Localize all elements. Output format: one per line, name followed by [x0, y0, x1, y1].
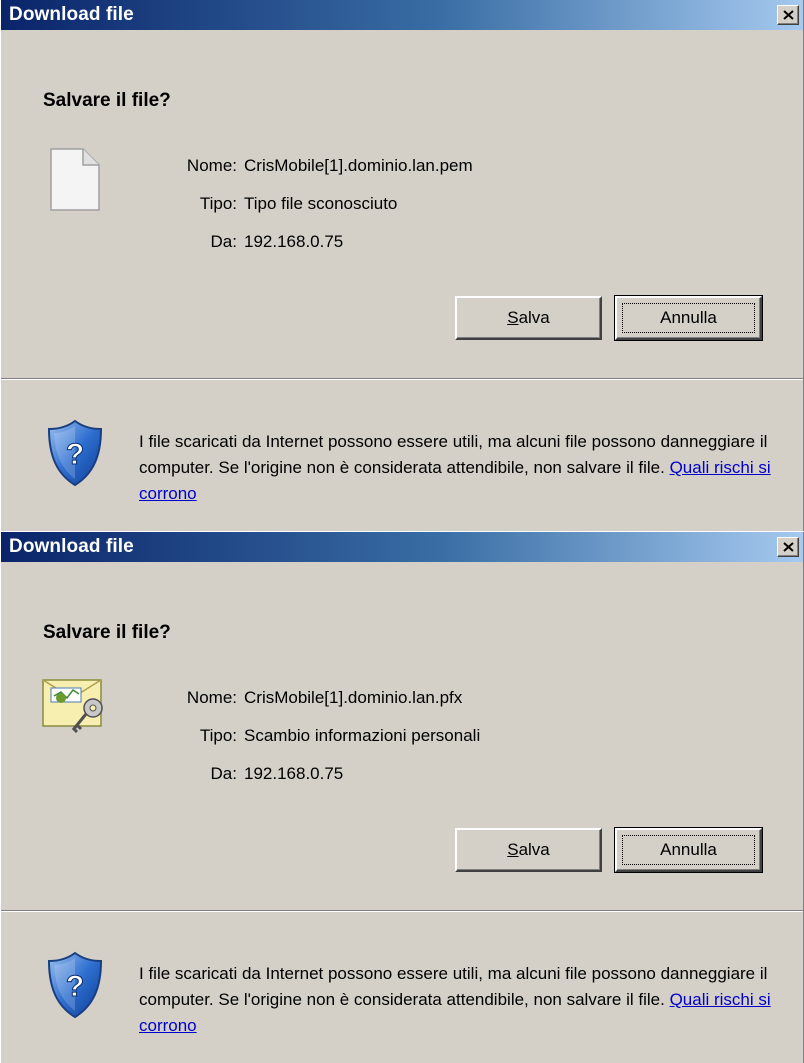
svg-text:?: ?: [66, 970, 84, 1003]
file-type-value: Scambio informazioni personali: [244, 726, 481, 745]
type-label: Tipo:: [199, 194, 237, 213]
dialog-question: Salvare il file?: [43, 622, 171, 643]
security-shield-question-icon: ?: [47, 419, 103, 487]
name-label: Nome:: [186, 156, 237, 175]
save-button[interactable]: Salva: [455, 296, 602, 340]
title-bar[interactable]: Download file: [1, 532, 803, 562]
save-button-label: alva: [518, 840, 550, 859]
save-button[interactable]: Salva: [455, 828, 602, 872]
security-warning: I file scaricati da Internet possono ess…: [139, 429, 789, 507]
security-shield-question-icon: ?: [47, 951, 103, 1019]
download-dialog-pem: Download file Salvare il file? Nome: Cri…: [0, 0, 804, 531]
security-warning: I file scaricati da Internet possono ess…: [139, 961, 789, 1039]
source-value: 192.168.0.75: [244, 232, 344, 251]
cancel-button[interactable]: Annulla: [614, 295, 763, 341]
type-label: Tipo:: [199, 726, 237, 745]
window-title: Download file: [9, 4, 134, 25]
file-name-value: CrisMobile[1].dominio.lan.pfx: [244, 688, 463, 707]
from-label: Da:: [210, 232, 237, 251]
save-button-label: alva: [518, 308, 550, 327]
save-button-accelerator: S: [507, 308, 519, 327]
cancel-button-label: Annulla: [622, 303, 755, 333]
dialog-question: Salvare il file?: [43, 90, 171, 111]
name-label: Nome:: [186, 688, 237, 707]
cancel-button-label: Annulla: [622, 835, 755, 865]
close-icon: [783, 10, 794, 20]
from-label: Da:: [210, 764, 237, 783]
download-dialog-pfx: Download file Salvare il file? Nome: Cri…: [0, 532, 804, 1063]
cancel-button[interactable]: Annulla: [614, 827, 763, 873]
file-type-value: Tipo file sconosciuto: [244, 194, 398, 213]
svg-text:?: ?: [66, 438, 84, 471]
source-value: 192.168.0.75: [244, 764, 344, 783]
close-button[interactable]: [777, 537, 799, 557]
file-name-value: CrisMobile[1].dominio.lan.pem: [244, 156, 473, 175]
close-icon: [783, 542, 794, 552]
close-button[interactable]: [777, 5, 799, 25]
title-bar[interactable]: Download file: [1, 0, 803, 30]
separator: [1, 910, 803, 912]
separator: [1, 378, 803, 380]
save-button-accelerator: S: [507, 840, 519, 859]
window-title: Download file: [9, 536, 134, 557]
